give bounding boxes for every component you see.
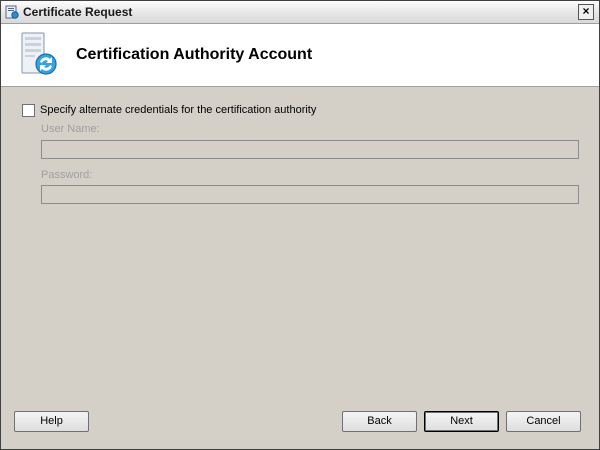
password-field[interactable]	[41, 185, 579, 204]
password-label: Password:	[41, 169, 93, 181]
alternate-credentials-label[interactable]: Specify alternate credentials for the ce…	[40, 104, 316, 116]
window-title: Certificate Request	[23, 5, 133, 19]
close-icon: ×	[582, 4, 590, 18]
alternate-credentials-checkbox[interactable]	[22, 104, 35, 117]
title-bar[interactable]: Certificate Request ×	[1, 1, 599, 24]
page-title: Certification Authority Account	[76, 46, 313, 63]
certificate-request-window: Certificate Request × Certification Auth…	[0, 0, 600, 450]
help-button[interactable]: Help	[14, 411, 89, 432]
wizard-header: Certification Authority Account	[1, 24, 599, 87]
username-label: User Name:	[41, 123, 100, 135]
close-button[interactable]: ×	[578, 4, 594, 20]
username-field[interactable]	[41, 140, 579, 159]
back-button[interactable]: Back	[342, 411, 417, 432]
certificate-server-icon	[19, 31, 63, 79]
certificate-app-icon	[5, 5, 19, 19]
next-button[interactable]: Next	[424, 411, 499, 432]
cancel-button[interactable]: Cancel	[506, 411, 581, 432]
